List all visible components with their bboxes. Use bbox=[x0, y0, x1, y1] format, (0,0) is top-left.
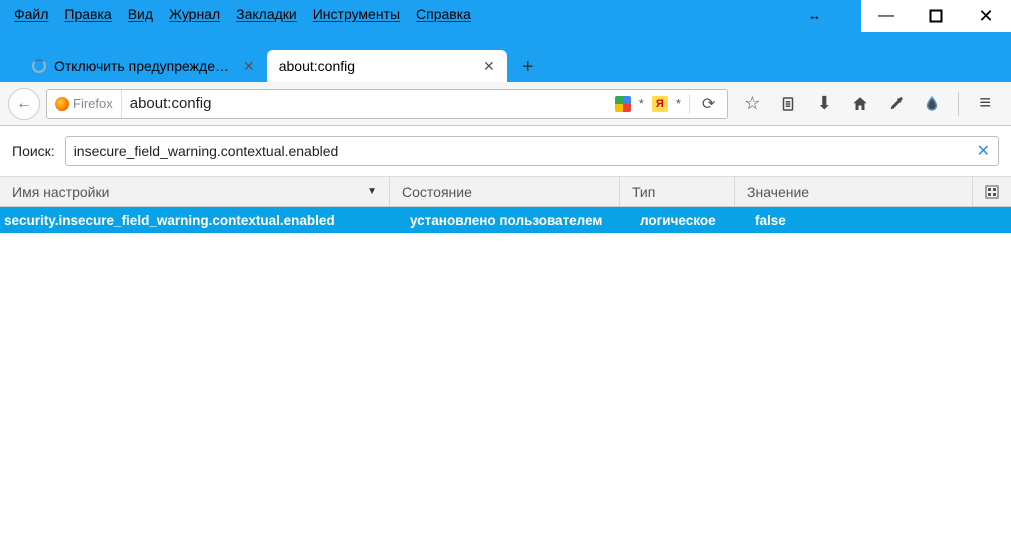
menu-help[interactable]: Справка bbox=[416, 6, 471, 22]
menu-bookmarks[interactable]: Закладки bbox=[236, 6, 297, 22]
new-tab-button[interactable]: + bbox=[513, 52, 543, 82]
tab-0[interactable]: Отключить предупрежде… ✕ bbox=[20, 50, 267, 82]
col-type[interactable]: Тип bbox=[620, 177, 735, 206]
col-state[interactable]: Состояние bbox=[390, 177, 620, 206]
drop-icon[interactable] bbox=[922, 95, 942, 113]
search-label: Поиск: bbox=[12, 143, 55, 159]
tab-0-title: Отключить предупрежде… bbox=[54, 58, 229, 74]
search-input[interactable]: insecure_field_warning.contextual.enable… bbox=[65, 136, 999, 166]
col-value[interactable]: Значение bbox=[735, 177, 973, 206]
pref-value: false bbox=[735, 213, 1011, 228]
pref-name: security.insecure_field_warning.contextu… bbox=[0, 213, 390, 228]
eyedropper-icon[interactable] bbox=[886, 95, 906, 113]
close-window-button[interactable]: ✕ bbox=[961, 0, 1011, 32]
tab-1-title: about:config bbox=[279, 58, 355, 74]
pref-row-selected[interactable]: security.insecure_field_warning.contextu… bbox=[0, 207, 1011, 233]
yandex-search-icon[interactable]: Я bbox=[652, 96, 668, 112]
identity-label: Firefox bbox=[73, 96, 113, 111]
tab-bar: Отключить предупрежде… ✕ about:config ✕ … bbox=[20, 46, 543, 82]
clipboard-icon[interactable] bbox=[778, 95, 798, 113]
minimize-button[interactable]: — bbox=[861, 0, 911, 32]
column-headers: Имя настройки ▼ Состояние Тип Значение bbox=[0, 177, 1011, 207]
menu-view[interactable]: Вид bbox=[128, 6, 153, 22]
col-name-label: Имя настройки bbox=[12, 184, 109, 200]
pref-type: логическое bbox=[620, 213, 735, 228]
nav-toolbar: ← Firefox about:config * Я * ⟳ ☆ ⬇ bbox=[0, 82, 1011, 126]
loading-spinner-icon bbox=[32, 59, 46, 73]
tab-1-close-icon[interactable]: ✕ bbox=[483, 58, 495, 75]
firefox-icon bbox=[55, 97, 69, 111]
empty-area bbox=[0, 233, 1011, 545]
menu-file[interactable]: Файл bbox=[14, 6, 48, 22]
clear-search-icon[interactable]: ✕ bbox=[977, 141, 990, 161]
bookmark-star-icon[interactable]: ☆ bbox=[742, 93, 762, 114]
google-search-icon[interactable] bbox=[615, 96, 631, 112]
tab-1[interactable]: about:config ✕ bbox=[267, 50, 507, 82]
pref-state: установлено пользователем bbox=[390, 213, 620, 228]
reload-button[interactable]: ⟳ bbox=[698, 94, 719, 114]
col-picker-icon[interactable] bbox=[973, 177, 1011, 206]
menu-edit[interactable]: Правка bbox=[64, 6, 111, 22]
url-bar[interactable]: Firefox about:config * Я * ⟳ bbox=[46, 89, 728, 119]
asterisk-2: * bbox=[676, 96, 681, 111]
menu-bar: Файл Правка Вид Журнал Закладки Инструме… bbox=[0, 0, 1011, 26]
separator bbox=[689, 94, 690, 114]
maximize-button[interactable] bbox=[911, 0, 961, 32]
window-controls: — ✕ bbox=[861, 0, 1011, 32]
urlbar-end-icons: * Я * ⟳ bbox=[615, 94, 726, 114]
sort-indicator-icon: ▼ bbox=[367, 186, 377, 197]
back-button[interactable]: ← bbox=[8, 88, 40, 120]
resize-indicator-icon: ↔ bbox=[808, 8, 821, 23]
search-input-value: insecure_field_warning.contextual.enable… bbox=[74, 143, 977, 159]
downloads-icon[interactable]: ⬇ bbox=[814, 93, 834, 114]
toolbar-separator bbox=[958, 92, 959, 116]
home-icon[interactable] bbox=[850, 95, 870, 113]
identity-box[interactable]: Firefox bbox=[47, 90, 122, 118]
toolbar-icons: ☆ ⬇ ≡ bbox=[734, 92, 1003, 116]
search-row: Поиск: insecure_field_warning.contextual… bbox=[0, 126, 1011, 177]
menu-history[interactable]: Журнал bbox=[169, 6, 220, 22]
asterisk-1: * bbox=[639, 96, 644, 111]
col-name[interactable]: Имя настройки ▼ bbox=[0, 177, 390, 206]
url-text[interactable]: about:config bbox=[126, 95, 611, 112]
tab-0-close-icon[interactable]: ✕ bbox=[243, 58, 255, 75]
menu-tools[interactable]: Инструменты bbox=[313, 6, 400, 22]
hamburger-menu-icon[interactable]: ≡ bbox=[975, 92, 995, 115]
